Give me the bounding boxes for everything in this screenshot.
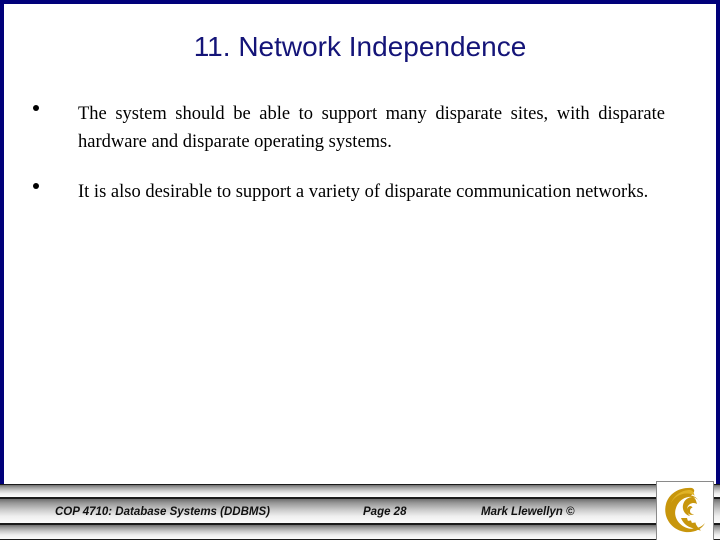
bullet-text: The system should be able to support man…: [78, 104, 665, 152]
bullet-item: The system should be able to support man…: [0, 100, 720, 156]
footer-bar-bottom: [0, 524, 720, 540]
slide-border-left: [0, 0, 4, 495]
slide-body: The system should be able to support man…: [0, 100, 720, 228]
slide-title: 11. Network Independence: [193, 31, 527, 62]
bullet-dot-icon: [33, 105, 41, 113]
slide-border-top: [0, 0, 720, 4]
pegasus-icon: [665, 487, 705, 533]
bullet-item: It is also desirable to support a variet…: [0, 178, 720, 206]
ucf-pegasus-logo: [656, 481, 714, 540]
bullet-dot-icon: [33, 183, 41, 191]
footer-page-number: Page 28: [363, 506, 407, 518]
footer-bar-top: [0, 484, 720, 498]
footer-course-label: COP 4710: Database Systems (DDBMS): [55, 506, 270, 518]
bullet-text: It is also desirable to support a variet…: [78, 182, 649, 202]
slide-footer: COP 4710: Database Systems (DDBMS) Page …: [0, 481, 720, 540]
footer-author-label: Mark Llewellyn ©: [481, 506, 575, 518]
slide-canvas: 11. Network Independence The system shou…: [0, 0, 720, 540]
slide-border-right: [716, 0, 720, 495]
